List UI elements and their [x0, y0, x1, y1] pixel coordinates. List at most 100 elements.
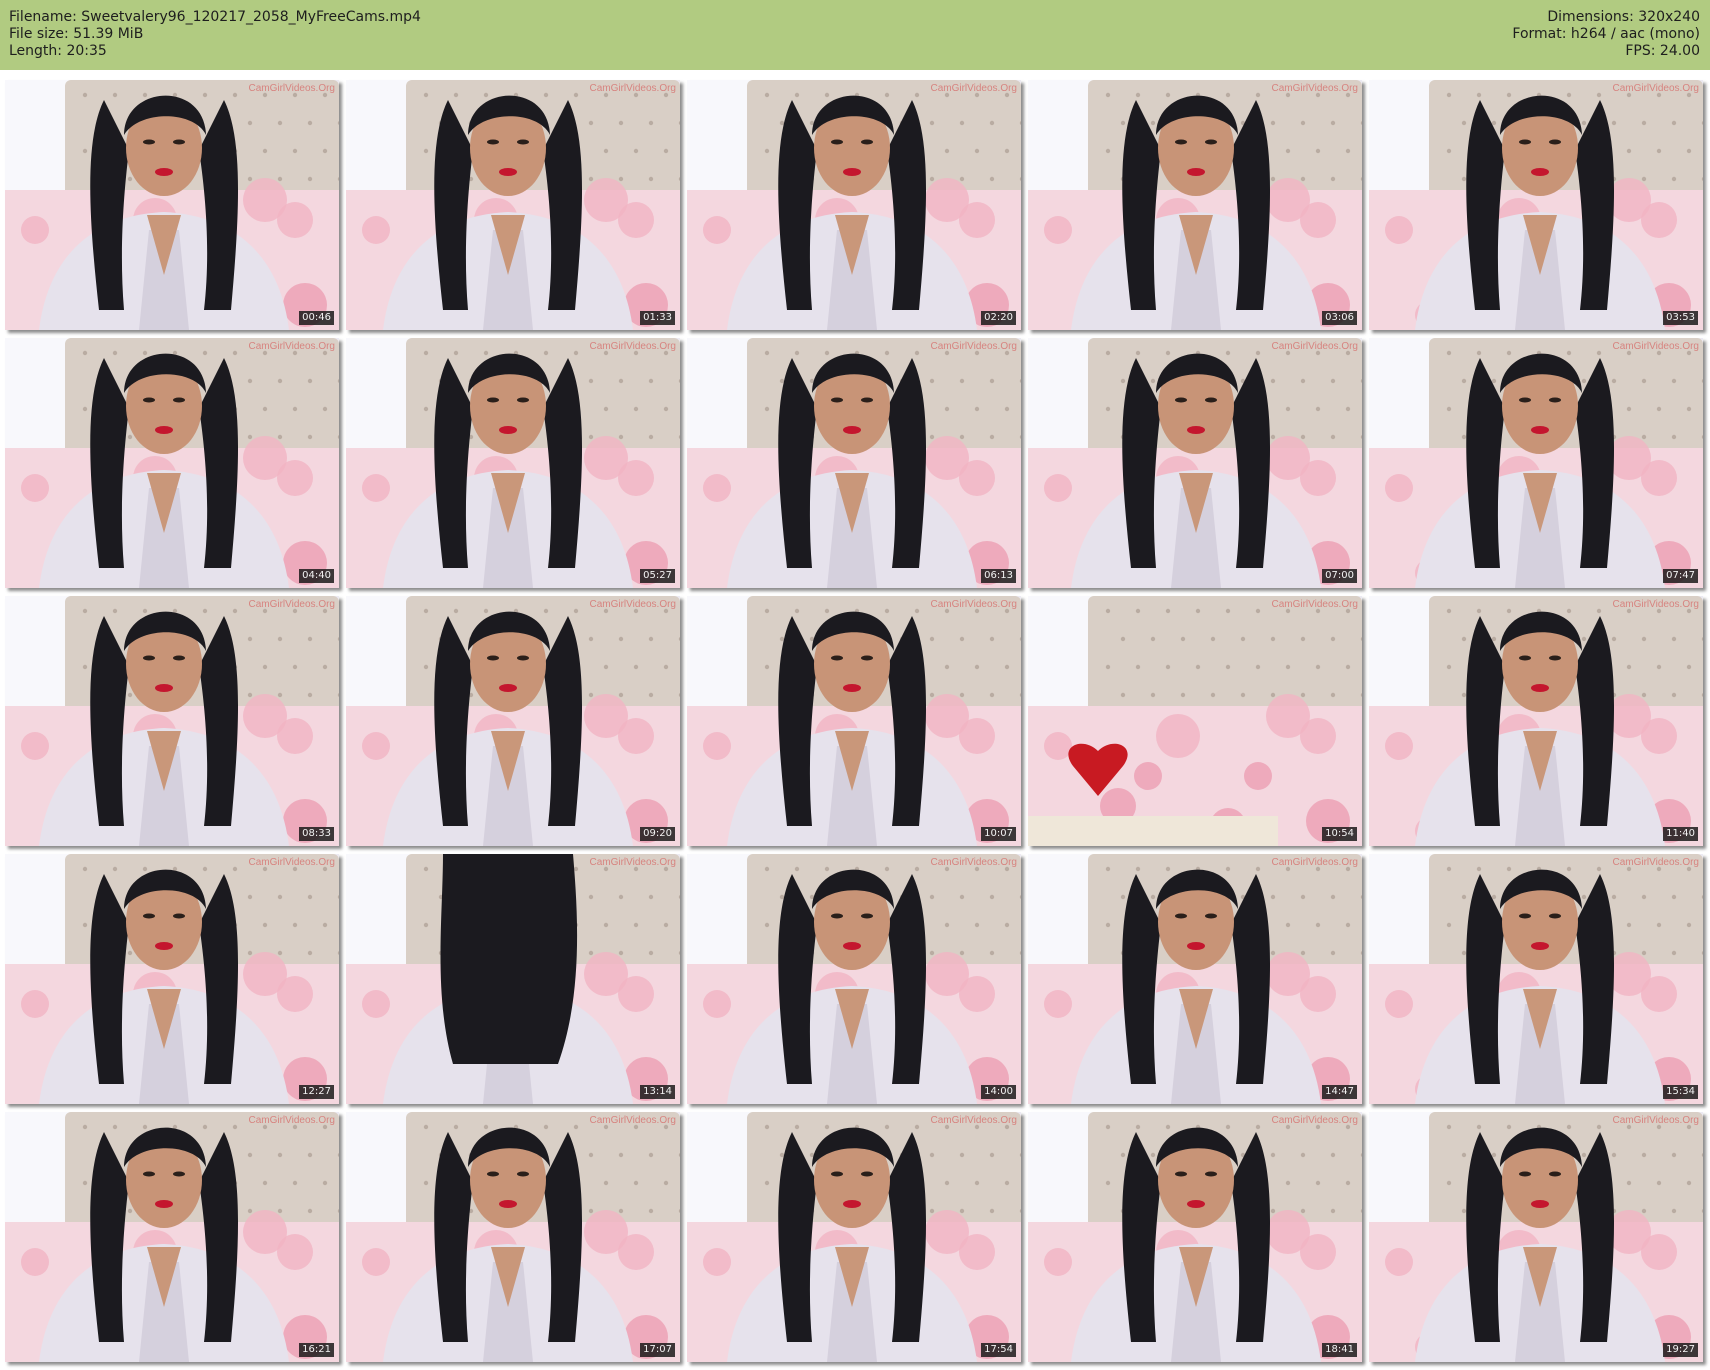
timestamp-label: 16:21 [299, 1343, 334, 1357]
thumbnail-frame: CamGirlVideos.Org 17:54 [687, 1112, 1021, 1362]
timestamp-label: 03:06 [1322, 311, 1357, 325]
format-text: Format: h264 / aac (mono) [1512, 26, 1700, 42]
watermark-text: CamGirlVideos.Org [1612, 341, 1699, 352]
thumbnail-frame: CamGirlVideos.Org 10:07 [687, 596, 1021, 846]
frame-image [687, 338, 1021, 588]
video-info: Dimensions: 320x240 Format: h264 / aac (… [1512, 9, 1700, 60]
timestamp-label: 11:40 [1663, 827, 1698, 841]
timestamp-label: 07:47 [1663, 569, 1698, 583]
frame-image [1369, 854, 1703, 1104]
timestamp-label: 05:27 [640, 569, 675, 583]
watermark-text: CamGirlVideos.Org [930, 599, 1017, 610]
frame-image [5, 1112, 339, 1362]
thumbnail-grid: CamGirlVideos.Org 00:46 CamGirlVideos.Org 0… [5, 80, 1703, 1362]
thumbnail-frame: CamGirlVideos.Org 05:27 [346, 338, 680, 588]
file-info: Filename: Sweetvalery96_120217_2058_MyFr… [9, 9, 421, 60]
watermark-text: CamGirlVideos.Org [589, 857, 676, 868]
timestamp-label: 03:53 [1663, 311, 1698, 325]
frame-image [1028, 854, 1362, 1104]
thumbnail-frame: CamGirlVideos.Org 11:40 [1369, 596, 1703, 846]
frame-image [687, 596, 1021, 846]
thumbnail-frame: CamGirlVideos.Org 12:27 [5, 854, 339, 1104]
timestamp-label: 01:33 [640, 311, 675, 325]
thumbnail-frame: CamGirlVideos.Org 01:33 [346, 80, 680, 330]
frame-image [1028, 1112, 1362, 1362]
watermark-text: CamGirlVideos.Org [589, 83, 676, 94]
thumbnail-frame: CamGirlVideos.Org 14:47 [1028, 854, 1362, 1104]
watermark-text: CamGirlVideos.Org [1612, 1115, 1699, 1126]
timestamp-label: 13:14 [640, 1085, 675, 1099]
thumbnail-frame: CamGirlVideos.Org 15:34 [1369, 854, 1703, 1104]
thumbnail-frame: CamGirlVideos.Org 10:54 [1028, 596, 1362, 846]
thumbnail-frame: CamGirlVideos.Org 09:20 [346, 596, 680, 846]
length-text: Length: 20:35 [9, 43, 107, 59]
frame-image [346, 854, 680, 1104]
filesize-text: File size: 51.39 MiB [9, 26, 144, 42]
thumbnail-frame: CamGirlVideos.Org 03:53 [1369, 80, 1703, 330]
timestamp-label: 14:00 [981, 1085, 1016, 1099]
watermark-text: CamGirlVideos.Org [1271, 83, 1358, 94]
thumbnail-frame: CamGirlVideos.Org 16:21 [5, 1112, 339, 1362]
watermark-text: CamGirlVideos.Org [248, 857, 335, 868]
info-header: Filename: Sweetvalery96_120217_2058_MyFr… [0, 0, 1710, 70]
frame-image [5, 596, 339, 846]
frame-image [346, 80, 680, 330]
fps-text: FPS: 24.00 [1625, 43, 1700, 59]
thumbnail-frame: CamGirlVideos.Org 03:06 [1028, 80, 1362, 330]
frame-image [346, 596, 680, 846]
timestamp-label: 15:34 [1663, 1085, 1698, 1099]
frame-image [1028, 338, 1362, 588]
frame-image [1369, 1112, 1703, 1362]
timestamp-label: 06:13 [981, 569, 1016, 583]
thumbnail-frame: CamGirlVideos.Org 17:07 [346, 1112, 680, 1362]
watermark-text: CamGirlVideos.Org [248, 599, 335, 610]
timestamp-label: 17:07 [640, 1343, 675, 1357]
watermark-text: CamGirlVideos.Org [589, 599, 676, 610]
frame-image [1028, 596, 1362, 846]
frame-image [5, 854, 339, 1104]
watermark-text: CamGirlVideos.Org [1271, 857, 1358, 868]
timestamp-label: 09:20 [640, 827, 675, 841]
frame-image [687, 1112, 1021, 1362]
thumbnail-frame: CamGirlVideos.Org 07:00 [1028, 338, 1362, 588]
timestamp-label: 04:40 [299, 569, 334, 583]
thumbnail-frame: CamGirlVideos.Org 02:20 [687, 80, 1021, 330]
watermark-text: CamGirlVideos.Org [1271, 599, 1358, 610]
timestamp-label: 18:41 [1322, 1343, 1357, 1357]
thumbnail-frame: CamGirlVideos.Org 19:27 [1369, 1112, 1703, 1362]
watermark-text: CamGirlVideos.Org [248, 83, 335, 94]
timestamp-label: 12:27 [299, 1085, 334, 1099]
watermark-text: CamGirlVideos.Org [589, 1115, 676, 1126]
thumbnail-frame: CamGirlVideos.Org 04:40 [5, 338, 339, 588]
timestamp-label: 02:20 [981, 311, 1016, 325]
frame-image [687, 80, 1021, 330]
timestamp-label: 08:33 [299, 827, 334, 841]
thumbnail-frame: CamGirlVideos.Org 14:00 [687, 854, 1021, 1104]
watermark-text: CamGirlVideos.Org [1271, 341, 1358, 352]
watermark-text: CamGirlVideos.Org [248, 341, 335, 352]
frame-image [346, 338, 680, 588]
frame-image [1028, 80, 1362, 330]
watermark-text: CamGirlVideos.Org [930, 1115, 1017, 1126]
watermark-text: CamGirlVideos.Org [930, 83, 1017, 94]
timestamp-label: 10:07 [981, 827, 1016, 841]
thumbnail-frame: CamGirlVideos.Org 13:14 [346, 854, 680, 1104]
frame-image [1369, 80, 1703, 330]
watermark-text: CamGirlVideos.Org [930, 341, 1017, 352]
frame-image [687, 854, 1021, 1104]
watermark-text: CamGirlVideos.Org [1271, 1115, 1358, 1126]
thumbnail-frame: CamGirlVideos.Org 07:47 [1369, 338, 1703, 588]
thumbnail-frame: CamGirlVideos.Org 08:33 [5, 596, 339, 846]
watermark-text: CamGirlVideos.Org [248, 1115, 335, 1126]
timestamp-label: 10:54 [1322, 827, 1357, 841]
timestamp-label: 17:54 [981, 1343, 1016, 1357]
frame-image [5, 338, 339, 588]
timestamp-label: 00:46 [299, 311, 334, 325]
frame-image [346, 1112, 680, 1362]
frame-image [5, 80, 339, 330]
watermark-text: CamGirlVideos.Org [1612, 599, 1699, 610]
watermark-text: CamGirlVideos.Org [1612, 83, 1699, 94]
thumbnail-frame: CamGirlVideos.Org 00:46 [5, 80, 339, 330]
thumbnail-frame: CamGirlVideos.Org 18:41 [1028, 1112, 1362, 1362]
dimensions-text: Dimensions: 320x240 [1547, 9, 1700, 25]
